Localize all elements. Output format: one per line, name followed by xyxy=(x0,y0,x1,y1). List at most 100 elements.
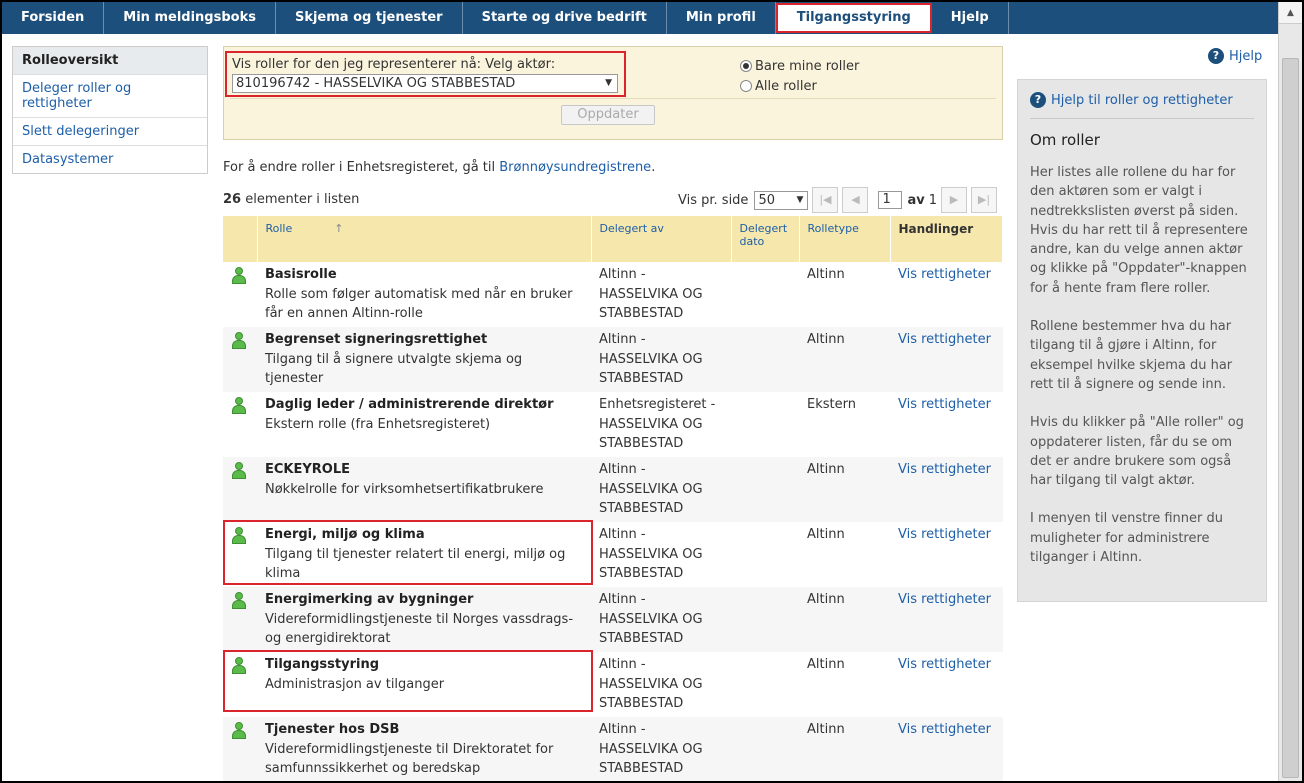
prev-page-icon[interactable]: ◀ xyxy=(842,187,869,213)
vis-rettigheter-link[interactable]: Vis rettigheter xyxy=(898,592,991,607)
per-page-label: Vis pr. side xyxy=(678,192,749,208)
person-icon xyxy=(232,722,246,739)
person-icon xyxy=(232,462,246,479)
total-pages: 1 xyxy=(928,192,937,208)
table-row: Daglig leder / administrerende direktør E… xyxy=(223,392,1003,457)
delegated-date-cell xyxy=(731,392,799,457)
delegated-by-line-3: STABBESTAD xyxy=(599,436,684,451)
delegated-by-line-2: HASSELVIKA OG xyxy=(599,286,703,302)
delegert-dato-column-header[interactable]: Delegert dato xyxy=(731,216,800,262)
delegated-by-cell: Altinn - HASSELVIKA OG STABBESTAD xyxy=(591,522,731,587)
radio-all-roles[interactable]: Alle roller xyxy=(740,76,859,96)
actions-cell: Vis rettigheter xyxy=(890,327,1003,392)
table-header-row: Rolle ↑ Delegert av Delegert dato Rolletyp… xyxy=(223,216,1003,262)
role-description-line-1: Rolle som følger automatisk med når en b… xyxy=(265,286,573,302)
delegated-by-line-2: HASSELVIKA OG xyxy=(599,676,703,692)
role-description-line-2: klima xyxy=(265,566,301,581)
role-type-cell: Altinn xyxy=(799,327,890,392)
tab-skjema-og-tjenester[interactable]: Skjema og tjenester xyxy=(276,2,463,34)
list-count-number: 26 xyxy=(223,192,242,207)
bronnoysund-link[interactable]: Brønnøysundregistrene xyxy=(499,160,651,175)
actor-select[interactable]: 810196742 - HASSELVIKA OG STABBESTAD ▼ xyxy=(232,74,618,93)
person-icon xyxy=(232,267,246,284)
tab-starte-og-drive-bedrift[interactable]: Starte og drive bedrift xyxy=(463,2,667,34)
sidebar-item-deleger[interactable]: Deleger roller og rettigheter xyxy=(13,75,207,118)
page-input[interactable]: 1 xyxy=(878,191,903,209)
vis-rettigheter-link[interactable]: Vis rettigheter xyxy=(898,722,991,737)
sort-up-icon[interactable]: ↑ xyxy=(334,222,343,235)
vis-rettigheter-link[interactable]: Vis rettigheter xyxy=(898,527,991,542)
actions-cell: Vis rettigheter xyxy=(890,457,1003,522)
sidebar-item-datasystemer[interactable]: Datasystemer xyxy=(13,146,207,173)
delegated-date-cell xyxy=(731,262,799,327)
role-description-line-1: Tilgang til å signere utvalgte skjema og xyxy=(265,351,523,367)
tab-min-meldingsboks[interactable]: Min meldingsboks xyxy=(104,2,276,34)
delegated-by-line-1: Altinn - xyxy=(599,722,646,737)
role-type-cell: Altinn xyxy=(799,717,890,781)
role-cell: Basisrolle Rolle som følger automatisk me… xyxy=(257,262,591,327)
role-icon-cell xyxy=(223,392,257,457)
help-roles-link-label: Hjelp til roller og rettigheter xyxy=(1051,92,1233,108)
rolle-header-label: Rolle xyxy=(265,222,293,235)
help-paragraph-3: Hvis du klikker på "Alle roller" og oppd… xyxy=(1030,415,1244,489)
vis-rettigheter-link[interactable]: Vis rettigheter xyxy=(898,332,991,347)
handlinger-column-header: Handlinger xyxy=(890,216,1003,262)
help-roles-link[interactable]: ? Hjelp til roller og rettigheter xyxy=(1030,92,1254,119)
role-description-line-2: og energidirektorat xyxy=(265,631,391,646)
person-icon xyxy=(232,592,246,609)
tab-forsiden[interactable]: Forsiden xyxy=(2,2,105,34)
next-page-icon[interactable]: ▶ xyxy=(940,187,967,213)
help-question-icon: ? xyxy=(1208,48,1224,64)
delegated-by-line-1: Altinn - xyxy=(599,657,646,672)
left-sidebar: Rolleoversikt Deleger roller og rettighe… xyxy=(12,46,208,174)
radio-selected-icon[interactable] xyxy=(740,60,752,72)
delegert-av-column-header[interactable]: Delegert av xyxy=(591,216,732,262)
tab-min-profil[interactable]: Min profil xyxy=(667,2,776,34)
vis-rettigheter-link[interactable]: Vis rettigheter xyxy=(898,267,991,282)
help-paragraph-4: I menyen til venstre finner du mulighete… xyxy=(1030,511,1224,566)
role-description-line-1: Nøkkelrolle for virksomhetsertifikatbruk… xyxy=(265,481,544,497)
delegated-by-line-3: STABBESTAD xyxy=(599,501,684,516)
role-name: ECKEYROLE xyxy=(265,462,351,477)
delegated-by-line-2: HASSELVIKA OG xyxy=(599,611,703,627)
rolle-column-header[interactable]: Rolle ↑ xyxy=(257,216,592,262)
delegated-by-line-2: HASSELVIKA OG xyxy=(599,741,703,757)
update-button[interactable]: Oppdater xyxy=(561,105,655,125)
tab-tilgangsstyring[interactable]: Tilgangsstyring xyxy=(775,3,932,33)
delegated-by-line-3: STABBESTAD xyxy=(599,566,684,581)
rolletype-column-header[interactable]: Rolletype xyxy=(799,216,891,262)
role-type-cell: Altinn xyxy=(799,587,890,652)
vis-rettigheter-link[interactable]: Vis rettigheter xyxy=(898,657,991,672)
actions-cell: Vis rettigheter xyxy=(890,587,1003,652)
sidebar-item-rolleoversikt[interactable]: Rolleoversikt xyxy=(13,47,207,75)
sidebar-item-slett-delegeringer[interactable]: Slett delegeringer xyxy=(13,118,207,146)
last-page-icon[interactable]: ▶| xyxy=(970,187,997,213)
first-page-icon[interactable]: |◀ xyxy=(812,187,839,213)
role-name: Energimerking av bygninger xyxy=(265,592,474,607)
radio-unselected-icon[interactable] xyxy=(740,80,752,92)
vertical-scrollbar[interactable]: ▲ xyxy=(1278,2,1302,781)
help-top-label: Hjelp xyxy=(1229,48,1263,64)
role-icon-cell xyxy=(223,327,257,392)
vis-rettigheter-link[interactable]: Vis rettigheter xyxy=(898,462,991,477)
per-page-select[interactable]: 50 ▼ xyxy=(754,190,809,210)
delegated-by-line-3: STABBESTAD xyxy=(599,761,684,776)
role-icon-cell xyxy=(223,717,257,781)
delegated-by-line-3: STABBESTAD xyxy=(599,631,684,646)
roles-table: Rolle ↑ Delegert av Delegert dato Rolletyp… xyxy=(223,216,1003,781)
help-title: Om roller xyxy=(1030,131,1100,149)
role-description-line-2: får en annen Altinn-rolle xyxy=(265,306,423,321)
scroll-up-icon[interactable]: ▲ xyxy=(1279,2,1302,24)
role-type-cell: Ekstern xyxy=(807,397,856,412)
vis-rettigheter-link[interactable]: Vis rettigheter xyxy=(898,397,991,412)
delegated-by-cell: Altinn - HASSELVIKA OG STABBESTAD xyxy=(591,327,731,392)
tab-hjelp[interactable]: Hjelp xyxy=(932,2,1009,34)
help-panel: ? Hjelp til roller og rettigheter Om rol… xyxy=(1017,79,1267,602)
scrollbar-thumb[interactable] xyxy=(1282,58,1299,778)
role-name: Daglig leder / administrerende direktør xyxy=(265,397,554,412)
radio-mine-roles[interactable]: Bare mine roller xyxy=(740,56,859,76)
delegert-dato-label-2: dato xyxy=(739,235,765,248)
delegert-dato-label-1: Delegert xyxy=(739,222,788,235)
role-icon-cell xyxy=(223,652,257,717)
help-top-link[interactable]: ? Hjelp xyxy=(1208,48,1262,64)
